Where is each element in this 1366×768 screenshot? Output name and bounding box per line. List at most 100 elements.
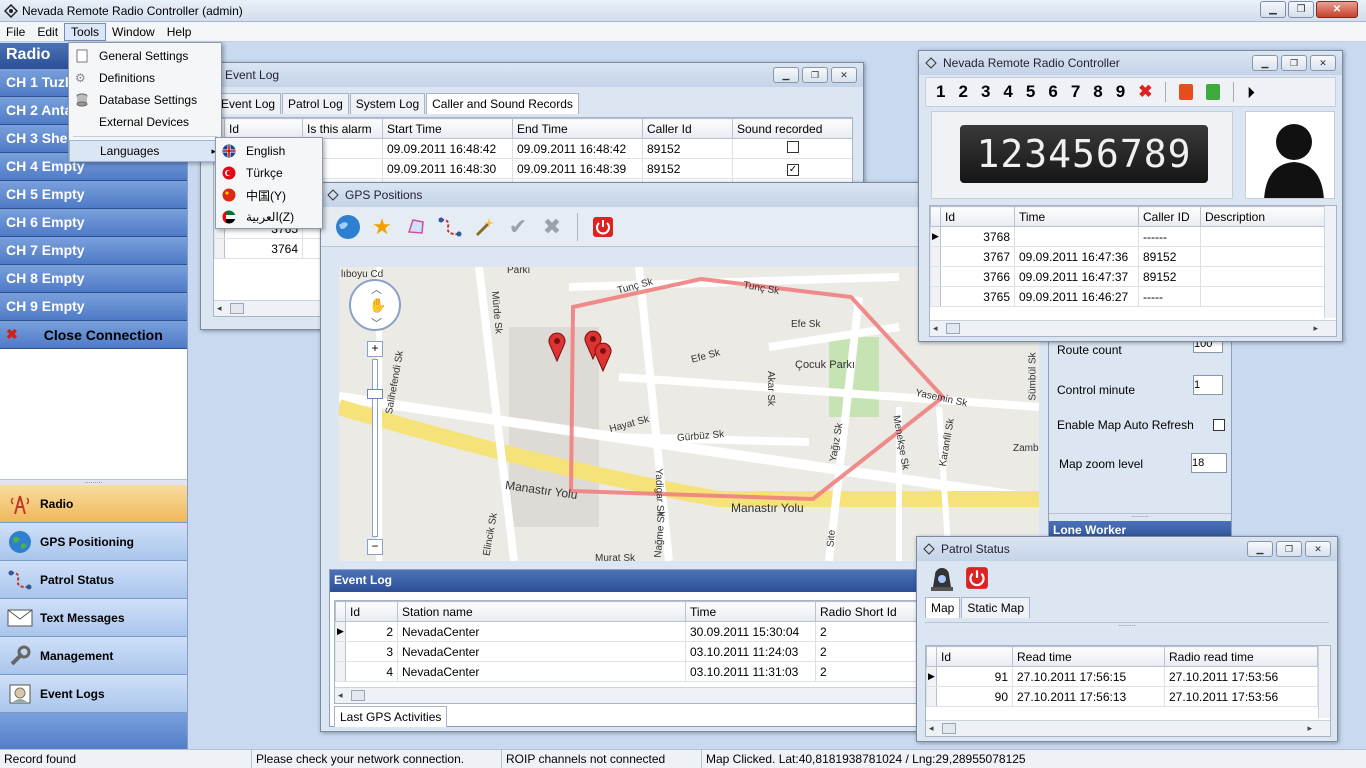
- map-marker-icon[interactable]: [593, 341, 613, 373]
- nav-event-logs[interactable]: Event Logs: [0, 675, 187, 713]
- minimize-button[interactable]: ▁: [1252, 55, 1278, 71]
- col-time[interactable]: Time: [1014, 206, 1139, 227]
- menu-item-general-settings[interactable]: General Settings: [69, 45, 221, 67]
- key-4[interactable]: 4: [1003, 82, 1012, 102]
- tab-patrol-log[interactable]: Patrol Log: [282, 93, 349, 114]
- col-is-alarm[interactable]: Is this alarm: [302, 118, 383, 139]
- language-english[interactable]: English: [216, 140, 322, 162]
- horizontal-scrollbar[interactable]: ◂ ▸: [926, 720, 1330, 736]
- menu-item-languages[interactable]: Languages ▸: [69, 140, 221, 162]
- key-3[interactable]: 3: [981, 82, 990, 102]
- col-id[interactable]: Id: [345, 601, 398, 622]
- tab-system-log[interactable]: System Log: [349, 93, 426, 114]
- zoom-slider-handle[interactable]: [367, 389, 383, 399]
- col-read-time[interactable]: Read time: [1012, 646, 1165, 667]
- key-1[interactable]: 1: [936, 82, 945, 102]
- horizontal-scrollbar[interactable]: ◂ ▸: [930, 320, 1336, 336]
- checkmark-icon[interactable]: ✔: [503, 212, 533, 242]
- col-id[interactable]: Id: [936, 646, 1013, 667]
- tab-map[interactable]: Map: [925, 597, 961, 618]
- minimize-button[interactable]: ▁: [1247, 541, 1273, 557]
- vertical-scrollbar[interactable]: [1324, 206, 1336, 318]
- col-caller-id[interactable]: Caller ID: [1138, 206, 1201, 227]
- close-button[interactable]: ✕: [1305, 541, 1331, 557]
- table-row[interactable]: 3767 09.09.2011 16:47:36 89152: [930, 246, 1326, 267]
- polygon-icon[interactable]: [401, 212, 431, 242]
- map-pan-control[interactable]: ︿ ✋ ﹀: [349, 279, 401, 331]
- patrol-splitter[interactable]: .........: [925, 621, 1329, 628]
- restore-button[interactable]: ❐: [1288, 1, 1314, 18]
- play-icon[interactable]: ⏵: [1247, 84, 1254, 101]
- col-station-name[interactable]: Station name: [397, 601, 686, 622]
- table-row[interactable]: ▶ 91 27.10.2011 17:56:15 27.10.2011 17:53:5…: [926, 666, 1318, 687]
- power-icon[interactable]: [965, 566, 989, 593]
- channel-5[interactable]: CH 5 Empty: [0, 181, 187, 209]
- green-list-icon[interactable]: [1206, 84, 1221, 100]
- tab-last-gps-activities[interactable]: Last GPS Activities: [334, 706, 448, 727]
- restore-button[interactable]: ❐: [1281, 55, 1307, 71]
- close-button[interactable]: ✕: [1310, 55, 1336, 71]
- zoom-in-button[interactable]: +: [367, 341, 383, 357]
- star-icon[interactable]: ★: [367, 212, 397, 242]
- col-sound-recorded[interactable]: Sound recorded: [732, 118, 852, 139]
- close-connection-button[interactable]: ✖ Close Connection: [0, 321, 187, 349]
- close-button[interactable]: ✕: [1316, 1, 1358, 18]
- vertical-scrollbar[interactable]: [1318, 646, 1330, 718]
- map-marker-icon[interactable]: [547, 331, 567, 363]
- menu-tools[interactable]: Tools: [64, 22, 107, 41]
- nav-radio[interactable]: Radio: [0, 485, 187, 523]
- nav-text-messages[interactable]: Text Messages: [0, 599, 187, 637]
- auto-refresh-checkbox[interactable]: [1213, 419, 1225, 431]
- menu-help[interactable]: Help: [161, 24, 198, 40]
- channel-6[interactable]: CH 6 Empty: [0, 209, 187, 237]
- key-7[interactable]: 7: [1071, 82, 1080, 102]
- panel-splitter[interactable]: .........: [1049, 512, 1231, 519]
- col-time[interactable]: Time: [685, 601, 816, 622]
- minimize-button[interactable]: ▁: [773, 67, 799, 83]
- key-6[interactable]: 6: [1048, 82, 1057, 102]
- zoom-out-button[interactable]: −: [367, 539, 383, 555]
- key-5[interactable]: 5: [1026, 82, 1035, 102]
- col-description[interactable]: Description: [1200, 206, 1326, 227]
- col-end-time[interactable]: End Time: [512, 118, 643, 139]
- key-9[interactable]: 9: [1116, 82, 1125, 102]
- tab-caller-sound[interactable]: Caller and Sound Records: [426, 93, 579, 114]
- minimize-button[interactable]: ▁: [1260, 1, 1286, 18]
- red-list-icon[interactable]: [1179, 84, 1194, 100]
- col-radio-read-time[interactable]: Radio read time: [1164, 646, 1318, 667]
- zoom-level-stepper[interactable]: [1191, 453, 1227, 473]
- table-row[interactable]: ▶ 3768 ------: [930, 226, 1326, 247]
- tab-static-map[interactable]: Static Map: [961, 597, 1031, 618]
- menu-item-database-settings[interactable]: Database Settings: [69, 89, 221, 111]
- channel-8[interactable]: CH 8 Empty: [0, 265, 187, 293]
- menu-edit[interactable]: Edit: [31, 24, 64, 40]
- channel-7[interactable]: CH 7 Empty: [0, 237, 187, 265]
- sound-recorded-checkbox[interactable]: [787, 141, 799, 153]
- language-turkish[interactable]: Türkçe: [216, 162, 322, 184]
- key-8[interactable]: 8: [1093, 82, 1102, 102]
- zoom-slider-track[interactable]: [372, 359, 378, 537]
- col-caller-id[interactable]: Caller Id: [642, 118, 733, 139]
- table-row[interactable]: 3766 09.09.2011 16:47:37 89152: [930, 266, 1326, 287]
- globe-icon[interactable]: [333, 212, 363, 242]
- table-row[interactable]: 90 27.10.2011 17:56:13 27.10.2011 17:53:56: [926, 686, 1318, 707]
- magic-wand-icon[interactable]: [469, 212, 499, 242]
- table-row[interactable]: 3765 09.09.2011 16:46:27 -----: [930, 286, 1326, 307]
- col-id[interactable]: Id: [940, 206, 1015, 227]
- power-icon[interactable]: [588, 212, 618, 242]
- cancel-icon[interactable]: ✖: [537, 212, 567, 242]
- col-start-time[interactable]: Start Time: [382, 118, 513, 139]
- menu-item-definitions[interactable]: ⚙ Definitions: [69, 67, 221, 89]
- nav-management[interactable]: Management: [0, 637, 187, 675]
- restore-button[interactable]: ❐: [1276, 541, 1302, 557]
- col-id[interactable]: Id: [224, 118, 303, 139]
- language-arabic[interactable]: العربية(Z): [216, 206, 322, 228]
- nav-patrol-status[interactable]: Patrol Status: [0, 561, 187, 599]
- sound-recorded-checkbox[interactable]: ✓: [787, 164, 799, 176]
- language-chinese[interactable]: 中国(Y): [216, 184, 322, 206]
- tab-event-log[interactable]: Event Log: [215, 93, 282, 114]
- nav-gps-positioning[interactable]: GPS Positioning: [0, 523, 187, 561]
- police-light-icon[interactable]: [927, 563, 957, 596]
- control-minute-input[interactable]: [1193, 375, 1223, 395]
- route-icon[interactable]: [435, 212, 465, 242]
